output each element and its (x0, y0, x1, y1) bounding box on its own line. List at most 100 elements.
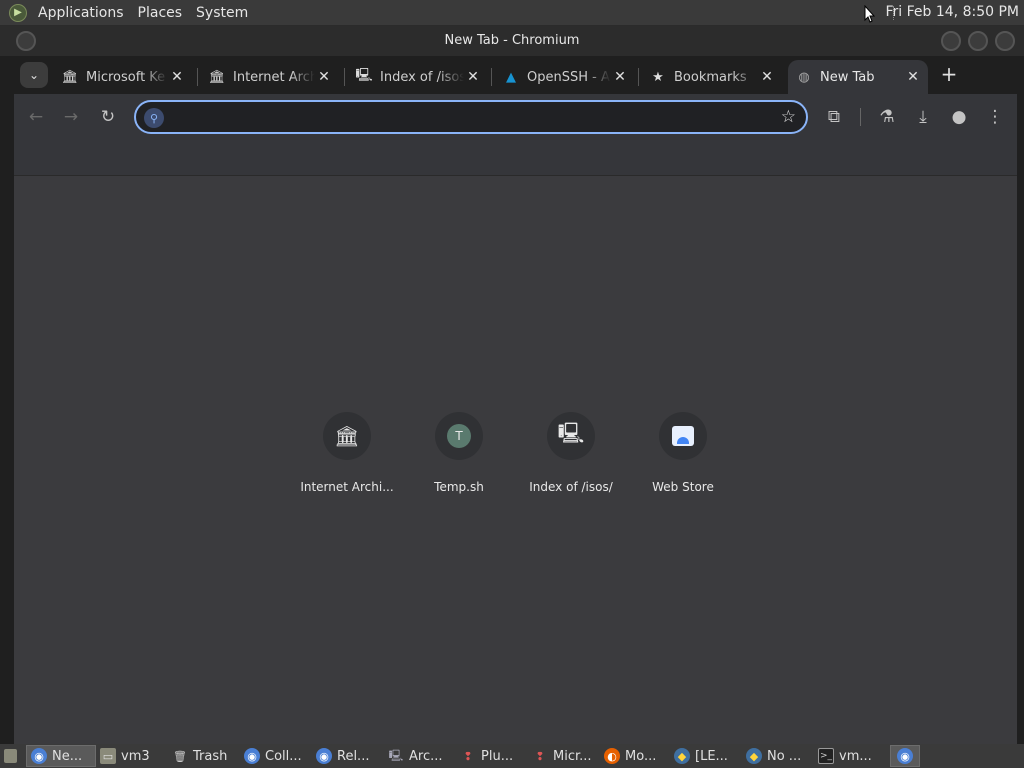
close-icon[interactable]: ✕ (611, 69, 629, 85)
taskbar-item-vm3[interactable]: ▭ vm3 (96, 745, 168, 767)
web-store-arc (677, 437, 689, 444)
taskbar-item-plu[interactable]: ❢ Plu... (456, 745, 528, 767)
taskbar-workspace-chromium[interactable]: ◉ (890, 745, 920, 767)
toolbar-divider (860, 108, 861, 126)
taskbar-item-chromium-coll[interactable]: ◉ Coll... (240, 745, 312, 767)
taskbar-label: Plu... (481, 748, 514, 764)
globe-icon: ◍ (798, 69, 810, 85)
browser-toolbar: ← → ↻ ⚲ ☆ ⧉ ⚗ ⤓ ● ⋮ (14, 94, 1017, 140)
close-icon[interactable]: ✕ (758, 69, 776, 85)
taskbar-label: Trash (193, 748, 228, 764)
web-store-glyph (672, 426, 694, 446)
shortcut-title: Internet Archi... (300, 480, 394, 494)
tab-search-button[interactable]: ⌄ (20, 62, 48, 88)
pin-icon: ❢ (463, 749, 473, 763)
address-bar[interactable]: ⚲ ☆ (134, 100, 808, 134)
taskbar: ◉ Ne... ▭ vm3 🗑 Trash ◉ Coll... ◉ Rel...… (0, 744, 1024, 768)
address-input[interactable] (170, 106, 760, 130)
profile-icon[interactable]: ● (948, 106, 970, 128)
taskbar-item-trash[interactable]: 🗑 Trash (168, 745, 240, 767)
menu-kebab-icon[interactable]: ⋮ (984, 106, 1006, 128)
distro-logo-icon[interactable]: ▶ (9, 3, 27, 22)
pin-icon: ❢ (535, 749, 545, 763)
shortcut-index-isos[interactable]: 🖳 Index of /isos/ (521, 412, 621, 494)
minimize-button[interactable] (941, 31, 961, 51)
taskbar-item-chromium-rel[interactable]: ◉ Rel... (312, 745, 384, 767)
server-icon: 🖳 (547, 412, 595, 460)
tab-bookmarks[interactable]: ★ Bookmarks ✕ (642, 60, 782, 94)
window-menu-button[interactable] (16, 31, 36, 51)
chevron-down-icon: ⌄ (28, 68, 40, 82)
taskbar-label: Mo... (625, 748, 657, 764)
chromium-icon: ◉ (897, 748, 913, 764)
download-icon[interactable]: ⤓ (912, 106, 934, 128)
tab-new-tab[interactable]: ◍ New Tab ✕ (788, 60, 928, 94)
forward-button[interactable]: → (60, 106, 82, 128)
trash-icon: 🗑 (173, 749, 187, 763)
python-icon: ◆ (674, 748, 690, 764)
museum-icon: 🏛 (208, 69, 226, 85)
chromium-icon: ◉ (244, 748, 260, 764)
archive-icon: 🖳 (388, 748, 404, 762)
tab-internet-archive[interactable]: 🏛 Internet Arch ✕ (201, 60, 339, 94)
labs-flask-icon[interactable]: ⚗ (876, 106, 898, 128)
shortcut-title: Index of /isos/ (529, 480, 613, 494)
tab-divider (638, 68, 639, 86)
window-titlebar[interactable]: New Tab - Chromium (0, 26, 1024, 56)
letter-t-glyph: T (447, 424, 471, 448)
menu-system[interactable]: System (189, 5, 255, 21)
mouse-cursor-icon (864, 5, 876, 23)
taskbar-item-micr[interactable]: ❢ Micr... (528, 745, 600, 767)
tab-title: OpenSSH - A (527, 69, 610, 85)
maximize-button[interactable] (968, 31, 988, 51)
search-icon: ⚲ (144, 108, 164, 128)
extensions-icon[interactable]: ⧉ (823, 106, 845, 128)
taskbar-label: vm... (839, 748, 872, 764)
shortcut-temp-sh[interactable]: T Temp.sh (409, 412, 509, 494)
new-tab-button[interactable]: + (938, 64, 960, 86)
web-store-icon (659, 412, 707, 460)
close-icon[interactable]: ✕ (464, 69, 482, 85)
taskbar-item-archive[interactable]: 🖳 Arc... (384, 745, 456, 767)
taskbar-label: Arc... (409, 748, 443, 764)
tab-index-isos[interactable]: 🖳 Index of /isos ✕ (348, 60, 488, 94)
star-icon: ★ (652, 69, 664, 85)
taskbar-item-chromium-newtab[interactable]: ◉ Ne... (26, 745, 96, 767)
chromium-icon: ◉ (31, 748, 47, 764)
clock[interactable]: Fri Feb 14, 8:50 PM (886, 4, 1020, 20)
tab-divider (491, 68, 492, 86)
letter-t-icon: T (435, 412, 483, 460)
taskbar-item-python-no[interactable]: ◆ No ... (742, 745, 814, 767)
firefox-icon: ◐ (604, 748, 620, 764)
terminal-icon: >_ (818, 748, 834, 764)
taskbar-item-terminal[interactable]: >_ vm... (814, 745, 886, 767)
close-window-button[interactable] (995, 31, 1015, 51)
show-desktop-button[interactable] (0, 745, 26, 767)
server-icon: 🖳 (355, 68, 373, 83)
taskbar-label: No ... (767, 748, 802, 764)
taskbar-label: Coll... (265, 748, 302, 764)
tab-divider (344, 68, 345, 86)
tab-microsoft[interactable]: 🏛 Microsoft Ke ✕ (54, 60, 192, 94)
close-icon[interactable]: ✕ (315, 69, 333, 85)
desktop-icon (4, 749, 17, 763)
menu-places[interactable]: Places (131, 5, 190, 21)
menu-applications[interactable]: Applications (31, 5, 131, 21)
shortcut-internet-archive[interactable]: 🏛 Internet Archi... (297, 412, 397, 494)
shortcut-web-store[interactable]: Web Store (633, 412, 733, 494)
shortcut-title: Temp.sh (434, 480, 484, 494)
taskbar-item-python-le[interactable]: ◆ [LE... (670, 745, 742, 767)
tab-strip: ⌄ 🏛 Microsoft Ke ✕ 🏛 Internet Arch ✕ 🖳 I… (0, 56, 1024, 94)
back-button[interactable]: ← (25, 106, 47, 128)
tab-title: Bookmarks (674, 69, 747, 85)
taskbar-label: [LE... (695, 748, 728, 764)
reload-button[interactable]: ↻ (97, 106, 119, 128)
close-icon[interactable]: ✕ (168, 69, 186, 85)
taskbar-item-firefox[interactable]: ◐ Mo... (600, 745, 670, 767)
python-icon: ◆ (746, 748, 762, 764)
tab-openssh[interactable]: ▲ OpenSSH - A ✕ (495, 60, 635, 94)
close-icon[interactable]: ✕ (904, 69, 922, 85)
bookmark-star-icon[interactable]: ☆ (781, 107, 796, 127)
museum-icon: 🏛 (323, 412, 371, 460)
taskbar-label: vm3 (121, 748, 150, 764)
